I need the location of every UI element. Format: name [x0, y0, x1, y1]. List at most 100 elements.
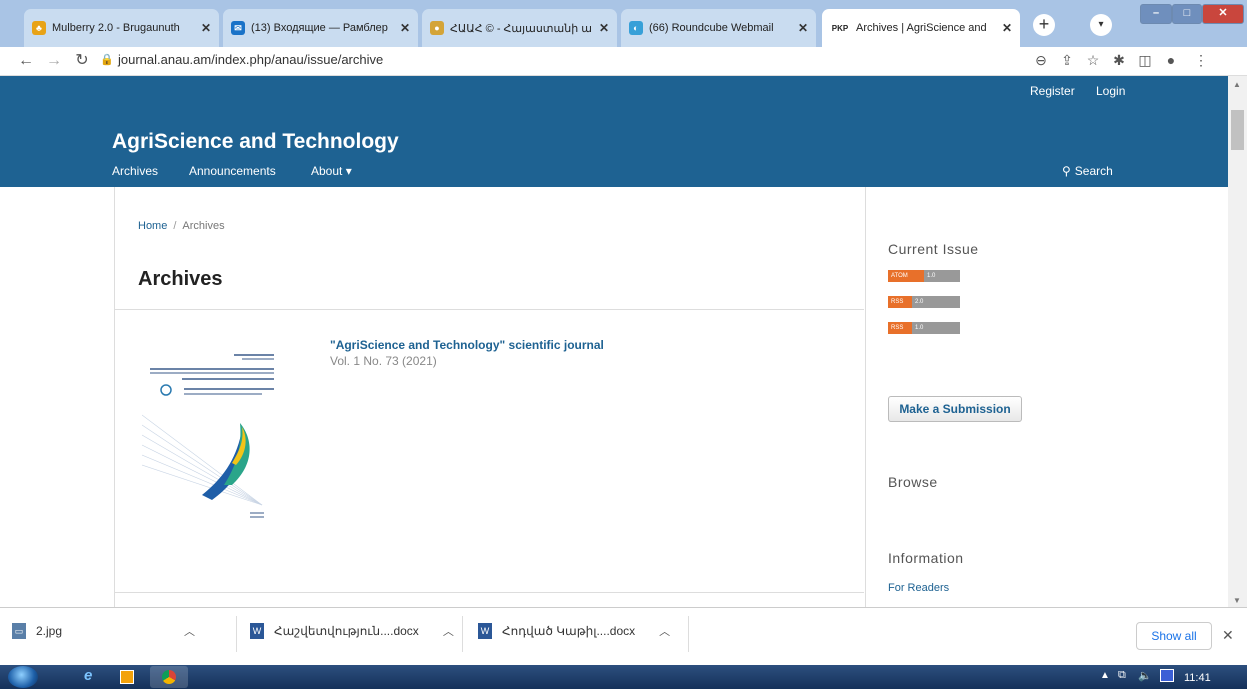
- tab-archives[interactable]: PKP Archives | AgriScience and ✕: [822, 9, 1020, 47]
- forward-arrow-icon[interactable]: →: [44, 52, 64, 70]
- scrollbar-thumb[interactable]: [1231, 110, 1244, 150]
- word-doc-icon: W: [250, 623, 264, 639]
- rss1-feed-badge[interactable]: RSS 1.0: [888, 322, 960, 334]
- close-icon[interactable]: ✕: [400, 21, 410, 35]
- minimize-button[interactable]: –: [1140, 4, 1172, 24]
- mail-favicon-icon: ✉: [231, 21, 245, 35]
- issue-series: Vol. 1 No. 73 (2021): [330, 354, 437, 368]
- tab-title: Archives | AgriScience and: [856, 22, 987, 34]
- nav-archives[interactable]: Archives: [112, 164, 158, 178]
- close-downloads-icon[interactable]: ✕: [1222, 627, 1234, 644]
- issue-cover-image[interactable]: [141, 345, 282, 525]
- scroll-down-icon[interactable]: ▼: [1233, 596, 1241, 605]
- register-link[interactable]: Register: [1030, 84, 1075, 98]
- language-flag-icon[interactable]: [1160, 669, 1174, 682]
- rss2-feed-badge[interactable]: RSS 2.0: [888, 296, 960, 308]
- image-file-icon: ▭: [12, 623, 26, 639]
- breadcrumb-separator: /: [173, 220, 177, 232]
- zoom-icon[interactable]: ⊖: [1032, 52, 1050, 69]
- reload-icon[interactable]: ↻: [72, 52, 92, 70]
- file-explorer-icon[interactable]: [120, 670, 134, 684]
- feed-version: 1.0: [912, 322, 960, 334]
- download-item-image[interactable]: ▭ 2.jpg ︿: [12, 623, 195, 639]
- browse-heading: Browse: [888, 474, 938, 490]
- breadcrumb-current: Archives: [182, 220, 225, 232]
- tab-roundcube[interactable]: ◐ (66) Roundcube Webmail ✕: [621, 9, 816, 47]
- tab-anau[interactable]: ● ՀԱԱՀ © - Հայաստանի ա ✕: [422, 9, 617, 47]
- atom-feed-badge[interactable]: ATOM 1.0: [888, 270, 960, 282]
- extensions-puzzle-icon[interactable]: ✱: [1110, 52, 1128, 69]
- network-icon[interactable]: ⧉: [1118, 669, 1126, 682]
- tab-title: Mulberry 2.0 - Brugaunuth: [52, 22, 180, 34]
- chevron-up-icon[interactable]: ︿: [443, 623, 454, 639]
- chrome-taskbar-item[interactable]: [150, 666, 188, 688]
- mulberry-favicon-icon: ♣: [32, 21, 46, 35]
- close-icon[interactable]: ✕: [201, 21, 211, 35]
- search-icon: ⚲: [1062, 164, 1071, 178]
- divider: [236, 616, 237, 652]
- scroll-up-icon[interactable]: ▲: [1233, 80, 1241, 89]
- anau-favicon-icon: ●: [430, 21, 444, 35]
- divider: [688, 616, 689, 652]
- chevron-up-icon[interactable]: ︿: [184, 623, 195, 639]
- profile-avatar-icon[interactable]: ●: [1162, 52, 1180, 68]
- tab-search-chevron-icon[interactable]: ▾: [1090, 14, 1112, 36]
- url-input[interactable]: journal.anau.am/index.php/anau/issue/arc…: [118, 52, 383, 67]
- feed-type: RSS: [888, 322, 912, 334]
- for-readers-link[interactable]: For Readers: [888, 582, 949, 594]
- chevron-up-icon[interactable]: ︿: [659, 623, 670, 639]
- search-label: Search: [1074, 164, 1113, 178]
- share-icon[interactable]: ⇪: [1058, 52, 1076, 69]
- close-window-button[interactable]: ✕: [1202, 4, 1244, 24]
- site-title[interactable]: AgriScience and Technology: [112, 130, 399, 154]
- bookmark-star-icon[interactable]: ☆: [1084, 52, 1102, 69]
- feed-type: ATOM: [888, 270, 924, 282]
- current-issue-heading: Current Issue: [888, 241, 979, 257]
- tab-title: (13) Входящие — Рамблер: [251, 22, 388, 34]
- divider: [115, 309, 864, 310]
- tab-rambler[interactable]: ✉ (13) Входящие — Рамблер ✕: [223, 9, 418, 47]
- search-link[interactable]: ⚲ Search: [1062, 164, 1113, 178]
- nav-announcements[interactable]: Announcements: [189, 164, 276, 178]
- close-icon[interactable]: ✕: [1002, 21, 1012, 35]
- feed-version: 2.0: [912, 296, 960, 308]
- feed-version: 1.0: [924, 270, 960, 282]
- nav-about[interactable]: About ▾: [311, 164, 352, 178]
- breadcrumb-home[interactable]: Home: [138, 220, 167, 232]
- page-title: Archives: [138, 268, 223, 290]
- make-submission-button[interactable]: Make a Submission: [888, 396, 1022, 422]
- divider: [115, 592, 864, 593]
- start-button-icon[interactable]: [8, 666, 38, 688]
- close-icon[interactable]: ✕: [599, 21, 609, 35]
- show-all-button[interactable]: Show all: [1136, 622, 1212, 650]
- tab-mulberry[interactable]: ♣ Mulberry 2.0 - Brugaunuth ✕: [24, 9, 219, 47]
- clock-time[interactable]: 11:41: [1184, 672, 1211, 684]
- page-scrollbar[interactable]: [1228, 76, 1247, 607]
- side-panel-icon[interactable]: ◫: [1136, 52, 1154, 69]
- pkp-favicon-icon: PKP: [830, 21, 850, 35]
- back-arrow-icon[interactable]: ←: [16, 52, 36, 70]
- tray-arrow-icon[interactable]: ▲: [1100, 670, 1110, 681]
- download-item-docx-2[interactable]: W Հոդված Կաթիլ....docx ︿: [478, 623, 670, 639]
- download-filename: Հաշվետվություն....docx: [274, 624, 419, 638]
- chrome-icon: [162, 670, 176, 684]
- download-item-docx-1[interactable]: W Հաշվետվություն....docx ︿: [250, 623, 454, 639]
- maximize-button[interactable]: □: [1172, 4, 1202, 24]
- word-doc-icon: W: [478, 623, 492, 639]
- tab-title: ՀԱԱՀ © - Հայաստանի ա: [450, 22, 592, 35]
- internet-explorer-icon[interactable]: e: [84, 667, 92, 684]
- download-filename: Հոդված Կաթիլ....docx: [502, 624, 636, 638]
- issue-title-link[interactable]: "AgriScience and Technology" scientific …: [330, 338, 604, 352]
- divider: [462, 616, 463, 652]
- login-link[interactable]: Login: [1096, 84, 1125, 98]
- new-tab-button[interactable]: +: [1033, 14, 1055, 36]
- tab-title: (66) Roundcube Webmail: [649, 22, 774, 34]
- information-heading: Information: [888, 550, 964, 566]
- download-filename: 2.jpg: [36, 624, 63, 638]
- breadcrumb: Home / Archives: [138, 220, 225, 232]
- lock-icon[interactable]: 🔒: [100, 53, 114, 66]
- volume-icon[interactable]: 🔈: [1138, 669, 1152, 682]
- close-icon[interactable]: ✕: [798, 21, 808, 35]
- more-menu-icon[interactable]: ⋮: [1192, 52, 1210, 69]
- address-bar-row: ← → ↻ 🔒 journal.anau.am/index.php/anau/i…: [0, 47, 1247, 76]
